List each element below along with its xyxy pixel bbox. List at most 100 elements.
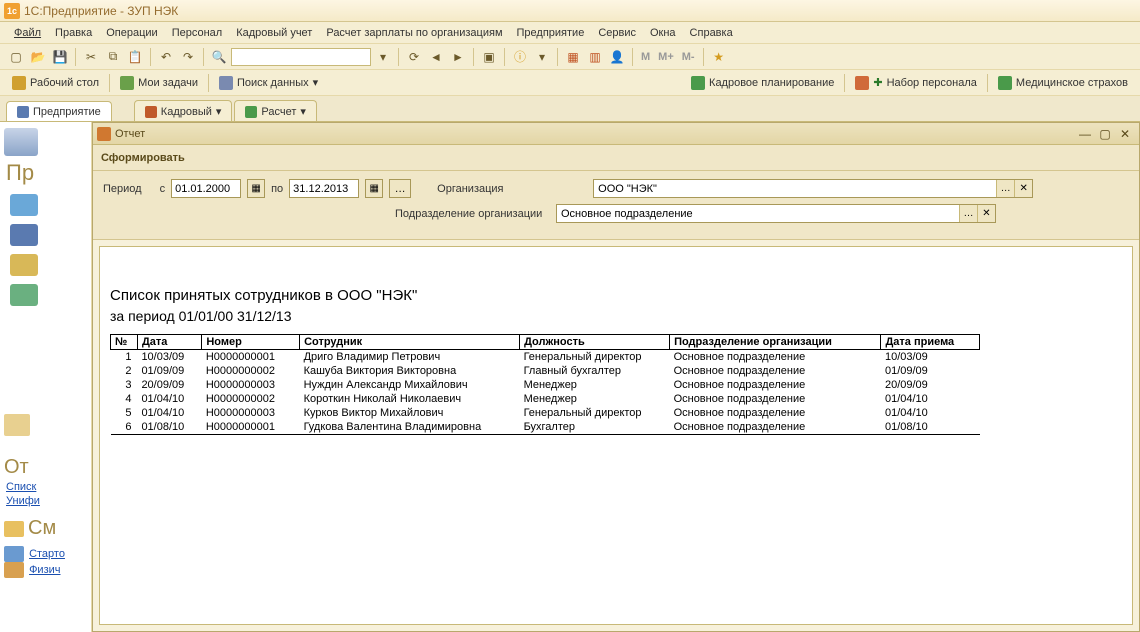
payroll-tab-icon xyxy=(245,106,257,118)
table-row[interactable]: 110/03/09Н0000000001Дриго Владимир Петро… xyxy=(111,350,980,365)
table-row[interactable]: 320/09/09Н0000000003Нуждин Александр Мих… xyxy=(111,378,980,392)
redo-icon[interactable]: ↷ xyxy=(178,47,198,67)
strip-icon-3[interactable] xyxy=(10,254,38,276)
table-row[interactable]: 201/09/09Н0000000002Кашуба Виктория Викт… xyxy=(111,364,980,378)
cell-n: 3 xyxy=(111,378,138,392)
mminus-btn[interactable]: М- xyxy=(679,51,698,63)
table-row[interactable]: 401/04/10Н0000000002Короткин Николай Ник… xyxy=(111,392,980,406)
dept-combo[interactable]: Основное подразделение … ✕ xyxy=(556,204,996,223)
date-from-input[interactable] xyxy=(171,179,241,198)
calc-icon[interactable]: ▦ xyxy=(563,47,583,67)
table-header-row: № Дата Номер Сотрудник Должность Подразд… xyxy=(111,335,980,350)
menu-hr[interactable]: Кадровый учет xyxy=(230,25,318,41)
link-start[interactable]: Старто xyxy=(29,548,65,560)
dept-value: Основное подразделение xyxy=(557,208,959,220)
strip-icon-4[interactable] xyxy=(10,284,38,306)
medical-button[interactable]: Медицинское страхов xyxy=(992,74,1134,92)
menu-service[interactable]: Сервис xyxy=(592,25,642,41)
mplus-btn[interactable]: М+ xyxy=(655,51,677,63)
enterprise-icon xyxy=(17,106,29,118)
tab-hr[interactable]: Кадровый ▾ xyxy=(134,100,233,121)
cell-number: Н0000000001 xyxy=(202,350,300,365)
date-to-input[interactable] xyxy=(289,179,359,198)
period-picker-icon[interactable]: … xyxy=(389,179,411,198)
tasks-button[interactable]: Мои задачи xyxy=(114,74,204,92)
cell-date: 01/04/10 xyxy=(137,406,201,420)
menu-operations[interactable]: Операции xyxy=(100,25,163,41)
save-icon[interactable]: 💾 xyxy=(50,47,70,67)
tab-enterprise[interactable]: Предприятие xyxy=(6,101,112,121)
report-section-icon xyxy=(4,414,30,436)
back-icon[interactable]: ◄ xyxy=(426,47,446,67)
report-params: Период с ▦ по ▦ … Организация ООО "НЭК" … xyxy=(93,171,1139,240)
menu-payroll[interactable]: Расчет зарплаты по организациям xyxy=(320,25,508,41)
menu-help[interactable]: Справка xyxy=(684,25,739,41)
link-physical[interactable]: Физич xyxy=(29,564,60,576)
dept-label: Подразделение организации xyxy=(395,208,550,220)
col-hire: Дата приема xyxy=(881,335,980,350)
maximize-icon[interactable]: ▢ xyxy=(1095,126,1115,142)
hr-planning-button[interactable]: Кадровое планирование xyxy=(685,74,840,92)
calendar-from-icon[interactable]: ▦ xyxy=(247,179,265,198)
star-icon[interactable]: ★ xyxy=(709,47,729,67)
menubar: Файл Правка Операции Персонал Кадровый у… xyxy=(0,22,1140,44)
link-list[interactable]: Списк xyxy=(6,481,87,493)
link-unified[interactable]: Унифи xyxy=(6,495,87,507)
open-icon[interactable]: 📂 xyxy=(28,47,48,67)
form-button[interactable]: Сформировать xyxy=(101,152,185,164)
cell-date: 20/09/09 xyxy=(137,378,201,392)
recruitment-button[interactable]: ✚Набор персонала xyxy=(849,74,983,92)
desktop-button[interactable]: Рабочий стол xyxy=(6,74,105,92)
tab-payroll[interactable]: Расчет ▾ xyxy=(234,100,317,121)
menu-personnel[interactable]: Персонал xyxy=(166,25,229,41)
cell-hire: 01/04/10 xyxy=(881,406,980,420)
menu-windows[interactable]: Окна xyxy=(644,25,682,41)
cell-n: 5 xyxy=(111,406,138,420)
user-icon[interactable]: 👤 xyxy=(607,47,627,67)
table-row[interactable]: 601/08/10Н0000000001Гудкова Валентина Вл… xyxy=(111,420,980,435)
cell-number: Н0000000003 xyxy=(202,406,300,420)
dept-select-icon[interactable]: … xyxy=(959,205,977,222)
org-combo[interactable]: ООО "НЭК" … ✕ xyxy=(593,179,1033,198)
cell-position: Главный бухгалтер xyxy=(520,364,670,378)
close-icon[interactable]: ✕ xyxy=(1115,126,1135,142)
new-icon[interactable]: ▢ xyxy=(6,47,26,67)
calendar-to-icon[interactable]: ▦ xyxy=(365,179,383,198)
forward-icon[interactable]: ► xyxy=(448,47,468,67)
cell-n: 1 xyxy=(111,350,138,365)
cell-hire: 01/09/09 xyxy=(881,364,980,378)
menu-file[interactable]: Файл xyxy=(8,25,47,41)
cell-date: 01/08/10 xyxy=(137,420,201,435)
dropdown2-icon[interactable]: ▾ xyxy=(532,47,552,67)
desktop-icon xyxy=(12,76,26,90)
copy-icon[interactable]: ⧉ xyxy=(103,47,123,67)
org-clear-icon[interactable]: ✕ xyxy=(1014,180,1032,197)
search-dropdown-icon[interactable]: ▾ xyxy=(373,47,393,67)
calendar-icon[interactable]: ▥ xyxy=(585,47,605,67)
search-input[interactable] xyxy=(231,48,371,66)
refresh-icon[interactable]: ⟳ xyxy=(404,47,424,67)
content-area: Пр От Списк Унифи См Старто Физич Отчет … xyxy=(0,122,1140,632)
strip-icon-1[interactable] xyxy=(10,194,38,216)
cell-dept: Основное подразделение xyxy=(670,378,881,392)
help-icon[interactable]: ⓘ xyxy=(510,47,530,67)
paste-icon[interactable]: 📋 xyxy=(125,47,145,67)
search-button[interactable]: Поиск данных ▾ xyxy=(213,74,324,92)
find-icon[interactable]: 🔍 xyxy=(209,47,229,67)
window-icon[interactable]: ▣ xyxy=(479,47,499,67)
m-btn[interactable]: М xyxy=(638,51,653,63)
cut-icon[interactable]: ✂ xyxy=(81,47,101,67)
org-select-icon[interactable]: … xyxy=(996,180,1014,197)
section-also: См xyxy=(28,517,56,540)
undo-icon[interactable]: ↶ xyxy=(156,47,176,67)
cell-employee: Нуждин Александр Михайлович xyxy=(300,378,520,392)
table-row[interactable]: 501/04/10Н0000000003Курков Виктор Михайл… xyxy=(111,406,980,420)
col-position: Должность xyxy=(520,335,670,350)
menu-edit[interactable]: Правка xyxy=(49,25,98,41)
cell-dept: Основное подразделение xyxy=(670,350,881,365)
strip-icon-2[interactable] xyxy=(10,224,38,246)
dept-clear-icon[interactable]: ✕ xyxy=(977,205,995,222)
cell-employee: Дриго Владимир Петрович xyxy=(300,350,520,365)
menu-enterprise[interactable]: Предприятие xyxy=(511,25,591,41)
minimize-icon[interactable]: — xyxy=(1075,126,1095,142)
